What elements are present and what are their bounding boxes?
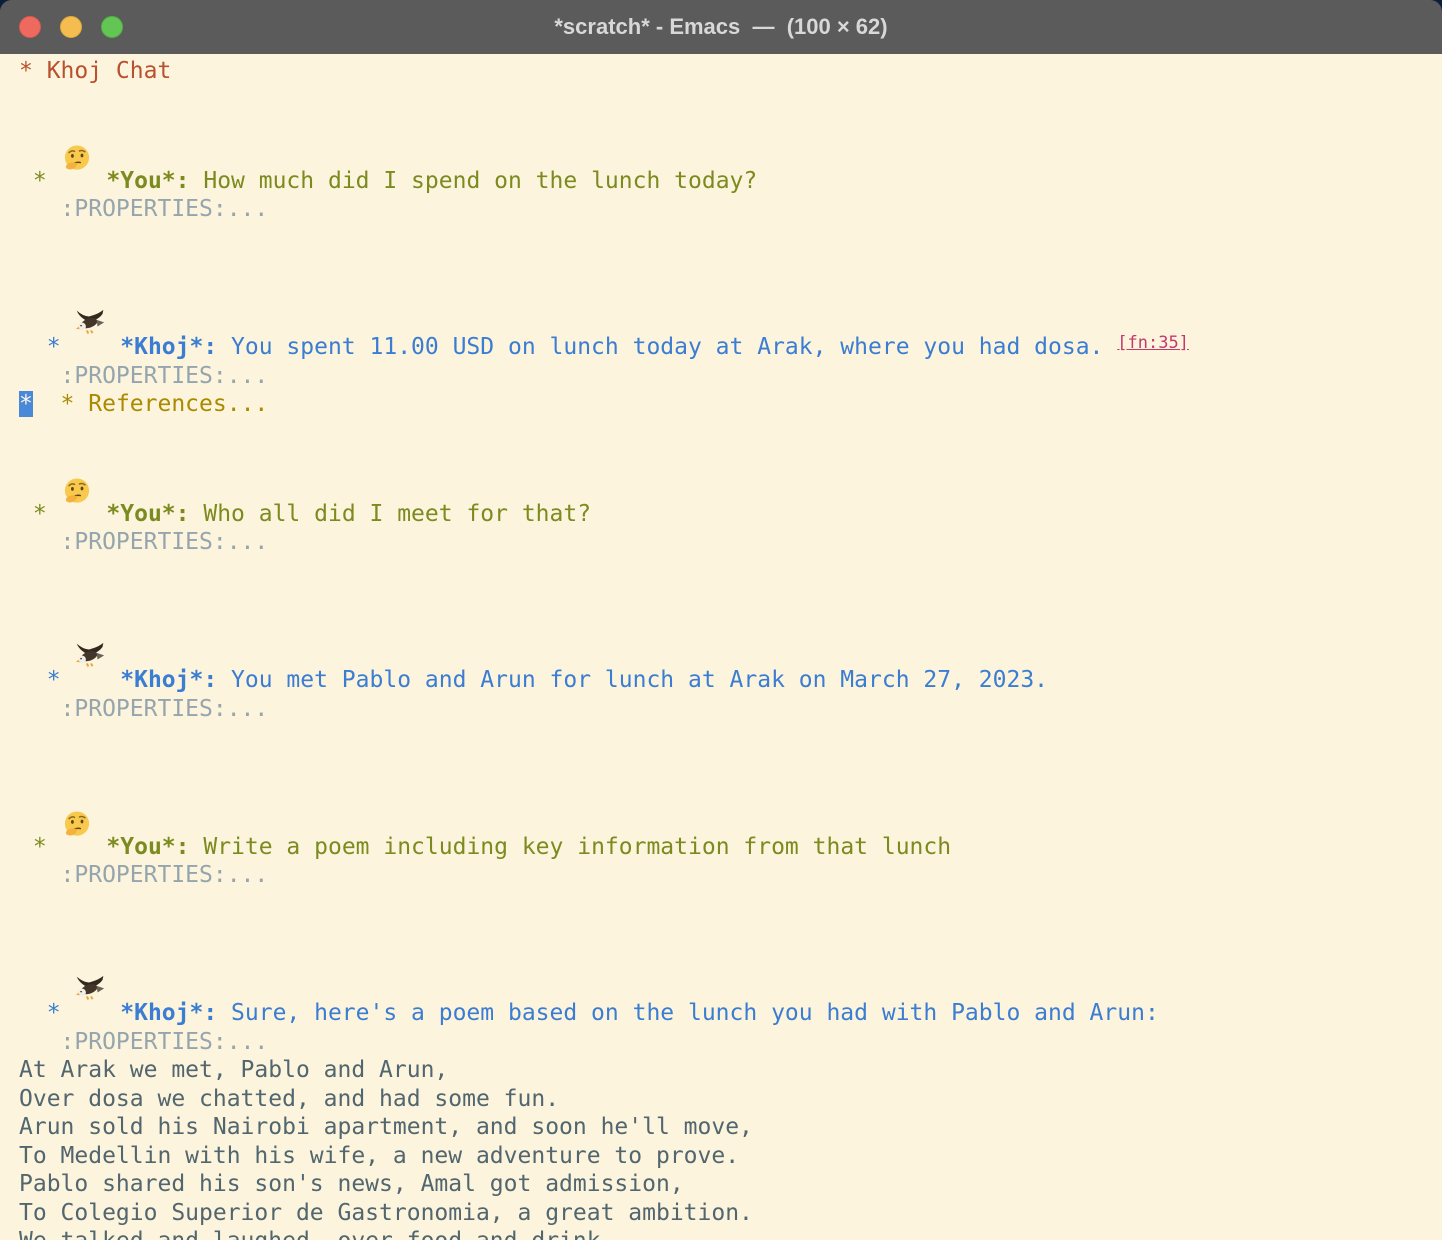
buffer-line[interactable] xyxy=(19,224,1442,253)
you-message-text xyxy=(93,834,107,860)
message-body-text: We talked and laughed, over food and dri… xyxy=(19,1228,614,1240)
buffer-line[interactable]: At Arak we met, Pablo and Arun, xyxy=(19,1056,1442,1085)
you-message-text: Who all did I meet for that? xyxy=(190,501,592,527)
footnote-link[interactable]: [fn:35] xyxy=(1117,333,1189,353)
text-cursor: * xyxy=(19,391,33,417)
buffer-line[interactable]: Pablo shared his son's news, Amal got ad… xyxy=(19,1170,1442,1199)
message-body-text: Over dosa we chatted, and had some fun. xyxy=(19,1086,559,1112)
message-body-text: To Colegio Superior de Gastronomia, a gr… xyxy=(19,1200,753,1226)
khoj-message-text xyxy=(106,1000,120,1026)
khoj-speaker-label: *Khoj*: xyxy=(120,334,217,360)
khoj-speaker-label: *Khoj*: xyxy=(120,667,217,693)
buffer-line[interactable]: To Medellin with his wife, a new adventu… xyxy=(19,1142,1442,1171)
khoj-message-text xyxy=(106,334,120,360)
message-body-text: To Medellin with his wife, a new adventu… xyxy=(19,1143,739,1169)
khoj-message-text: You met Pablo and Arun for lunch at Arak… xyxy=(217,667,1048,693)
buffer-line[interactable]: We talked and laughed, over food and dri… xyxy=(19,1227,1442,1240)
buffer-line[interactable]: :PROPERTIES:... xyxy=(19,861,1442,890)
khoj-message-text: You spent 11.00 USD on lunch today at Ar… xyxy=(217,334,1117,360)
khoj-message-text: * xyxy=(19,667,74,693)
you-message-text: * xyxy=(19,168,61,194)
thinking-emoji-icon xyxy=(61,752,93,782)
buffer-line[interactable]: :PROPERTIES:... xyxy=(19,1028,1442,1057)
khoj-message-text: * xyxy=(19,334,74,360)
you-message-text xyxy=(93,501,107,527)
properties-drawer-text: :PROPERTIES:... xyxy=(19,363,268,389)
buffer-line[interactable]: To Colegio Superior de Gastronomia, a gr… xyxy=(19,1199,1442,1228)
buffer-line[interactable]: :PROPERTIES:... xyxy=(19,362,1442,391)
window-titlebar[interactable]: *scratch* - Emacs — (100 × 62) xyxy=(0,0,1442,54)
khoj-message-text xyxy=(106,667,120,693)
you-speaker-label: *You*: xyxy=(106,834,189,860)
you-speaker-label: *You*: xyxy=(106,501,189,527)
properties-drawer-text: :PROPERTIES:... xyxy=(19,696,268,722)
buffer-line[interactable]: Over dosa we chatted, and had some fun. xyxy=(19,1085,1442,1114)
khoj-speaker-label: *Khoj*: xyxy=(120,1000,217,1026)
buffer-line[interactable]: * *You*: Write a poem including key info… xyxy=(19,752,1442,862)
buffer-line[interactable]: * *Khoj*: Sure, here's a poem based on t… xyxy=(19,918,1442,1028)
thinking-emoji-icon xyxy=(61,419,93,449)
buffer-line[interactable]: * *Khoj*: You spent 11.00 USD on lunch t… xyxy=(19,252,1442,362)
message-body-text: At Arak we met, Pablo and Arun, xyxy=(19,1057,448,1083)
you-message-text: How much did I spend on the lunch today? xyxy=(190,168,758,194)
buffer-line[interactable]: * * References... xyxy=(19,390,1442,419)
buffer-line[interactable] xyxy=(19,557,1442,586)
you-message-text: Write a poem including key information f… xyxy=(190,834,952,860)
chat-title-heading: * Khoj Chat xyxy=(19,58,171,84)
references-heading: * References... xyxy=(33,391,268,417)
you-message-text: * xyxy=(19,834,61,860)
minimize-button[interactable] xyxy=(60,16,82,38)
buffer-line[interactable]: * Khoj Chat xyxy=(19,57,1442,86)
buffer-line[interactable]: :PROPERTIES:... xyxy=(19,528,1442,557)
buffer-line[interactable] xyxy=(19,890,1442,919)
you-message-text xyxy=(93,168,107,194)
buffer-line[interactable]: * *Khoj*: You met Pablo and Arun for lun… xyxy=(19,585,1442,695)
message-body-text: Arun sold his Nairobi apartment, and soo… xyxy=(19,1114,753,1140)
buffer-line[interactable]: * *You*: How much did I spend on the lun… xyxy=(19,86,1442,196)
eagle-emoji-icon xyxy=(74,918,106,948)
emacs-window: *scratch* - Emacs — (100 × 62) * Khoj Ch… xyxy=(0,0,1442,1240)
close-button[interactable] xyxy=(19,16,41,38)
buffer-line[interactable]: Arun sold his Nairobi apartment, and soo… xyxy=(19,1113,1442,1142)
buffer-line[interactable]: * *You*: Who all did I meet for that? xyxy=(19,419,1442,529)
thinking-emoji-icon xyxy=(61,86,93,116)
window-title: *scratch* - Emacs — (100 × 62) xyxy=(554,14,887,40)
properties-drawer-text: :PROPERTIES:... xyxy=(19,196,268,222)
eagle-emoji-icon xyxy=(74,252,106,282)
khoj-message-text: * xyxy=(19,1000,74,1026)
you-speaker-label: *You*: xyxy=(106,168,189,194)
properties-drawer-text: :PROPERTIES:... xyxy=(19,862,268,888)
message-body-text: Pablo shared his son's news, Amal got ad… xyxy=(19,1171,684,1197)
scratch-buffer-text-area[interactable]: * Khoj Chat * *You*: How much did I spen… xyxy=(0,54,1442,1240)
buffer-line[interactable]: :PROPERTIES:... xyxy=(19,195,1442,224)
zoom-button[interactable] xyxy=(101,16,123,38)
buffer-line[interactable]: :PROPERTIES:... xyxy=(19,695,1442,724)
buffer-line[interactable] xyxy=(19,723,1442,752)
khoj-message-text: Sure, here's a poem based on the lunch y… xyxy=(217,1000,1159,1026)
traffic-lights xyxy=(19,0,142,54)
properties-drawer-text: :PROPERTIES:... xyxy=(19,1029,268,1055)
properties-drawer-text: :PROPERTIES:... xyxy=(19,529,268,555)
eagle-emoji-icon xyxy=(74,585,106,615)
you-message-text: * xyxy=(19,501,61,527)
